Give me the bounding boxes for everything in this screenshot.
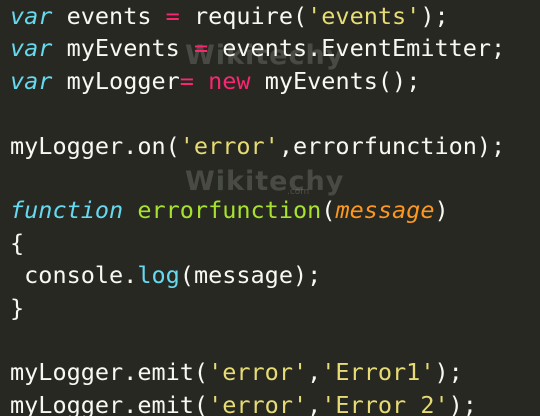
function-name-token: errorfunction xyxy=(137,196,322,225)
code-line-8: { xyxy=(10,228,25,257)
code-token: ); xyxy=(434,358,463,387)
code-token: myLogger xyxy=(52,66,180,95)
string-token: 'Error 2' xyxy=(321,390,449,416)
code-token: ); xyxy=(448,390,477,416)
parameter-token: message xyxy=(335,196,435,225)
code-line-7: function errorfunction(message) xyxy=(10,194,505,226)
keyword-token: var xyxy=(10,34,53,63)
code-token: ) xyxy=(434,196,449,225)
code-token: myLogger.on( xyxy=(10,131,180,160)
code-line-12: myLogger.emit('error','Error1'); xyxy=(10,356,505,388)
code-block[interactable]: var events = require('events'); var myEve… xyxy=(10,0,505,416)
string-token: 'Error1' xyxy=(321,358,435,387)
string-token: 'error' xyxy=(179,131,279,160)
keyword-token: var xyxy=(10,2,53,30)
code-token: ,errorfunction); xyxy=(278,131,506,160)
code-token: require( xyxy=(179,2,308,30)
string-token: 'error' xyxy=(208,390,308,416)
code-token: ( xyxy=(321,196,336,225)
code-token: events xyxy=(52,2,166,30)
operator-token: = xyxy=(165,2,180,30)
keyword-token: var xyxy=(10,66,53,95)
code-line-5: myLogger.on('error',errorfunction); xyxy=(10,130,505,162)
operator-token: = xyxy=(193,34,209,63)
code-token: (message); xyxy=(179,261,322,290)
code-token: myLogger.emit( xyxy=(10,390,209,416)
code-token: , xyxy=(307,390,322,416)
code-token: myLogger.emit( xyxy=(10,358,209,387)
code-line-9: console.log(message); xyxy=(10,259,505,291)
new-keyword-token: new xyxy=(208,66,251,95)
code-token: ); xyxy=(420,2,449,30)
method-token: log xyxy=(137,261,180,290)
code-token: , xyxy=(307,358,322,387)
code-line-13: myLogger.emit('error','Error 2'); xyxy=(10,389,505,416)
code-token: myEvents xyxy=(52,34,194,63)
operator-token: = xyxy=(179,66,194,95)
string-token: 'events' xyxy=(307,2,421,30)
code-line-10: } xyxy=(10,293,25,322)
keyword-token: function xyxy=(10,196,124,225)
code-line-1: var events = require('events'); xyxy=(10,0,505,32)
code-token: console. xyxy=(10,261,138,290)
code-line-2: var myEvents = events.EventEmitter; xyxy=(10,32,505,64)
code-line-3: var myLogger= new myEvents(); xyxy=(10,65,505,97)
code-token: myEvents(); xyxy=(250,66,421,95)
code-editor[interactable]: Wikitechy Wikitechy .com var events = re… xyxy=(0,0,540,416)
string-token: 'error' xyxy=(208,358,308,387)
code-token: events.EventEmitter; xyxy=(208,34,506,63)
